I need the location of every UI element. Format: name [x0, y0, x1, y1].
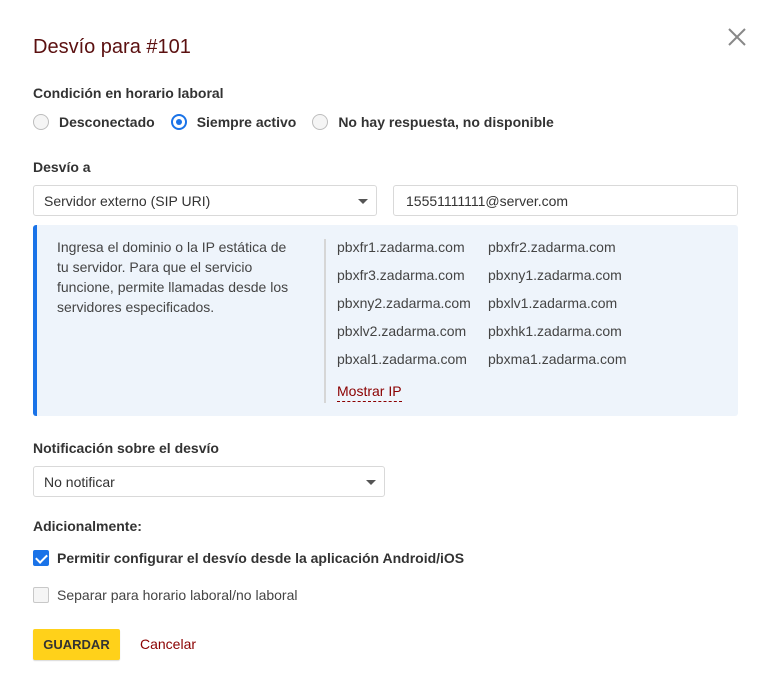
cancel-link[interactable]: Cancelar: [140, 636, 196, 652]
close-icon[interactable]: [725, 25, 749, 49]
radio-circle[interactable]: [33, 114, 49, 130]
forwarding-type-select[interactable]: Servidor externo (SIP URI): [33, 185, 377, 216]
server-item: pbxma1.zadarma.com: [488, 351, 627, 367]
server-item: pbxfr2.zadarma.com: [488, 239, 616, 255]
radio-desconectado[interactable]: Desconectado: [33, 114, 155, 130]
server-item: pbxfr3.zadarma.com: [337, 267, 465, 283]
destination-value: 15551111111@server.com: [406, 192, 569, 209]
app-config-option[interactable]: Permitir configurar el desvío desde la a…: [33, 550, 464, 566]
notification-label: Notificación sobre el desvío: [33, 440, 219, 456]
server-item: pbxlv2.zadarma.com: [337, 323, 467, 339]
radio-circle[interactable]: [312, 114, 329, 130]
radio-label: Desconectado: [59, 114, 155, 130]
working-hours-radio-group: Desconectado Siempre activo No hay respu…: [33, 114, 570, 130]
radio-label: Siempre activo: [196, 114, 297, 130]
radio-circle-checked[interactable]: [170, 114, 187, 130]
forwarding-type-value: Servidor externo (SIP URI): [44, 192, 211, 209]
server-item: pbxfr1.zadarma.com: [337, 239, 465, 255]
chevron-down-icon: [358, 199, 368, 204]
checkbox-unchecked[interactable]: [33, 587, 49, 603]
server-item: pbxny2.zadarma.com: [337, 295, 471, 311]
checkbox-label: Permitir configurar el desvío desde la a…: [57, 550, 465, 566]
additional-label: Adicionalmente:: [33, 518, 142, 534]
dialog-title: Desvío para #101: [33, 36, 191, 58]
info-box: Ingresa el dominio o la IP estática de t…: [33, 225, 738, 416]
notification-select[interactable]: No notificar: [33, 466, 385, 497]
checkbox-label: Separar para horario laboral/no laboral: [57, 587, 298, 603]
server-item: pbxhk1.zadarma.com: [488, 323, 622, 339]
info-divider: [324, 239, 326, 403]
server-item: pbxlv1.zadarma.com: [488, 295, 618, 311]
server-item: pbxal1.zadarma.com: [337, 351, 467, 367]
chevron-down-icon: [366, 480, 376, 485]
separate-hours-option[interactable]: Separar para horario laboral/no laboral: [33, 587, 297, 603]
show-ip-link[interactable]: Mostrar IP: [337, 383, 402, 402]
working-hours-label: Condición en horario laboral: [33, 85, 224, 101]
radio-no-respuesta[interactable]: No hay respuesta, no disponible: [312, 114, 554, 130]
save-button[interactable]: GUARDAR: [33, 629, 120, 660]
destination-input[interactable]: 15551111111@server.com: [393, 185, 738, 216]
forwarding-label: Desvío a: [33, 159, 91, 175]
notification-value: No notificar: [44, 473, 115, 490]
checkbox-checked[interactable]: [33, 550, 49, 566]
radio-siempre-activo[interactable]: Siempre activo: [170, 114, 297, 130]
server-item: pbxny1.zadarma.com: [488, 267, 622, 283]
info-text: Ingresa el dominio o la IP estática de t…: [57, 239, 289, 315]
radio-label: No hay respuesta, no disponible: [338, 114, 554, 130]
